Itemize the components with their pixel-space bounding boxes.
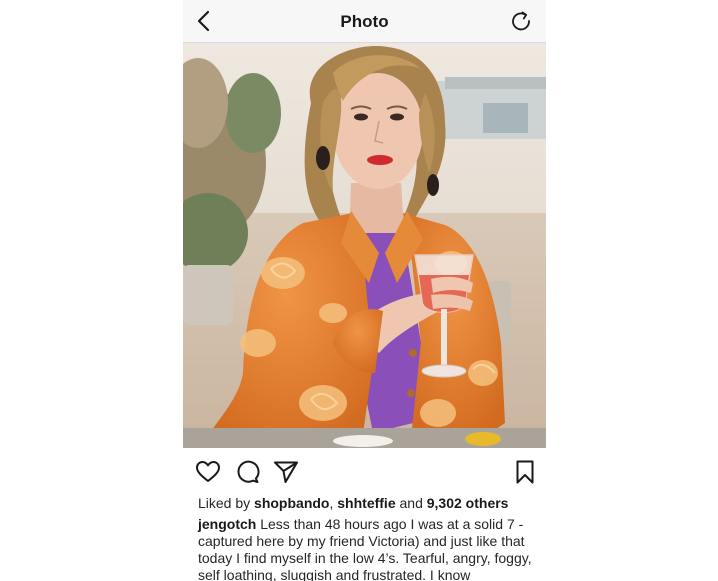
bookmark-icon (516, 460, 534, 484)
liker-username-1[interactable]: shopbando (254, 495, 329, 511)
caption-username[interactable]: jengotch (198, 516, 256, 532)
save-button[interactable] (512, 459, 538, 485)
like-button[interactable] (195, 459, 221, 485)
likes-summary: Liked by shopbando, shhteffie and 9,302 … (198, 495, 508, 511)
comment-button[interactable] (234, 459, 260, 485)
post-caption: jengotch Less than 48 hours ago I was at… (198, 516, 534, 581)
post-photo[interactable] (183, 43, 546, 448)
likes-others-count[interactable]: 9,302 others (427, 495, 509, 511)
refresh-icon (512, 11, 530, 31)
post-action-bar (183, 448, 546, 494)
liker-username-2[interactable]: shhteffie (337, 495, 395, 511)
page-title: Photo (340, 12, 389, 31)
paper-plane-icon (274, 461, 298, 483)
photo-illustration (183, 43, 546, 448)
likes-prefix: Liked by (198, 495, 255, 511)
share-button[interactable] (273, 459, 299, 485)
top-navigation-bar: Photo (183, 0, 546, 43)
instagram-phone-screen: Photo Liked by shopbando, shhteffie and … (183, 0, 546, 581)
comment-icon (237, 460, 260, 483)
likes-connector: and (395, 495, 427, 511)
refresh-button[interactable] (510, 10, 532, 32)
heart-icon (196, 461, 220, 482)
